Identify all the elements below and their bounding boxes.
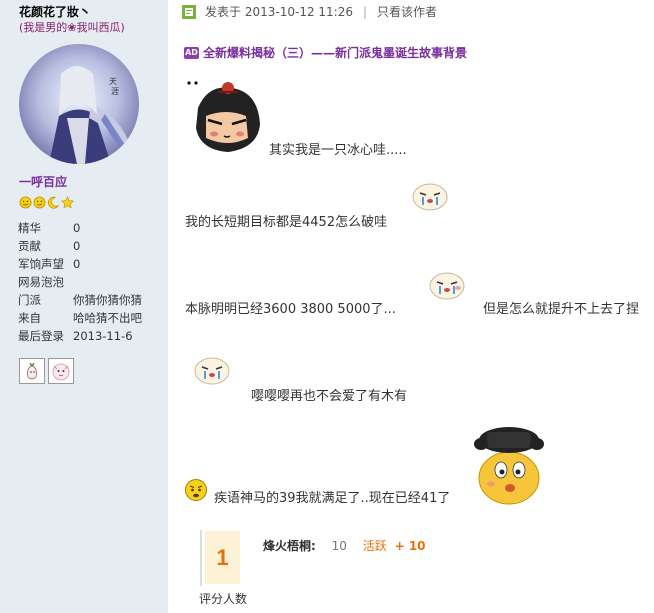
rating-count[interactable]: 1 [205, 531, 240, 584]
author-rank[interactable]: 一呼百应 [19, 173, 67, 190]
worried-emoticon-icon [184, 478, 208, 505]
badge-pet-icon[interactable] [48, 358, 74, 384]
rating-category: 活跃 [362, 539, 387, 553]
avatar[interactable]: 天 涯 [19, 44, 139, 164]
level-icons [19, 196, 74, 209]
ad-link[interactable]: 全新爆料揭秘（三）——新门派鬼墨诞生故事背景 [203, 44, 467, 61]
stat-row: 军饷声望 0 [18, 255, 168, 273]
stat-row: 门派 你猜你猜你猜 [18, 291, 168, 309]
star-icon [61, 196, 74, 209]
stat-value: 哈哈猜不出吧 [73, 311, 142, 325]
stat-value: 2013-11-6 [73, 329, 133, 343]
moon-icon [47, 196, 59, 209]
post-line: 本脉明明已经3600 3800 5000了... [185, 302, 396, 317]
author-only-link[interactable]: 只看该作者 [377, 3, 437, 20]
posted-prefix: 发表于 [205, 5, 242, 19]
stat-row: 贡献 0 [18, 237, 168, 255]
svg-text:天: 天 [109, 77, 117, 86]
rating-divider [200, 530, 202, 586]
stat-row: 来自 哈哈猜不出吧 [18, 309, 168, 327]
stat-value: 你猜你猜你猜 [73, 293, 142, 307]
post-icon [182, 4, 196, 19]
stat-label: 网易泡泡 [18, 275, 64, 289]
post-line: 嘤嘤嘤再也不会爱了有木有 [251, 389, 408, 404]
separator: | [362, 4, 368, 19]
stat-label: 来自 [18, 311, 41, 325]
post-time: 2013-10-12 11:26 [244, 4, 353, 19]
rater-name[interactable]: 烽火梧桐: [263, 539, 316, 553]
author-sidebar: 花颜花了妝丶 (我是男的❀我叫西瓜) 天 涯 一呼百应 精华 0 贡献 0 军饷… [0, 0, 168, 613]
stat-label: 门派 [18, 293, 41, 307]
scholar-emoticon-icon [473, 424, 545, 509]
stat-label: 最后登录 [18, 329, 64, 343]
ad-banner: AD 全新爆料揭秘（三）——新门派鬼墨诞生故事背景 [184, 44, 467, 61]
rating-plus: + 10 [394, 539, 426, 553]
stat-label: 贡献 [18, 239, 41, 253]
rating-entry: 烽火梧桐: 10 活跃 + 10 [263, 537, 426, 554]
stat-row: 精华 0 [18, 219, 168, 237]
stat-row: 最后登录 2013-11-6 [18, 327, 168, 345]
stat-value: 0 [73, 257, 81, 271]
post-line: 我的长短期目标都是4452怎么破哇 [185, 215, 388, 230]
badge-carrot-icon[interactable] [19, 358, 45, 384]
sun-icon [33, 196, 46, 209]
stat-label: 精华 [18, 221, 41, 235]
ad-icon: AD [184, 46, 199, 59]
rating-score: 10 [331, 539, 347, 553]
author-stats: 精华 0 贡献 0 军饷声望 0 网易泡泡 门派 你猜你猜你猜 来自 哈哈猜不出吧 最后登… [18, 219, 168, 345]
post-line: 但是怎么就提升不上去了捏 [483, 302, 640, 317]
sun-icon [19, 196, 32, 209]
post-line: 疾语神马的39我就满足了..现在已经41了 [214, 491, 451, 506]
crying-emoticon-icon [193, 355, 231, 388]
post-meta: 发表于 2013-10-12 11:26 | 只看该作者 [181, 3, 437, 20]
post-line: 其实我是一只冰心哇..... [269, 143, 407, 158]
stat-value: 0 [73, 239, 81, 253]
crying-emoticon-icon [411, 181, 449, 214]
author-username[interactable]: 花颜花了妝丶 [19, 3, 91, 20]
stat-value: 0 [73, 221, 81, 235]
stat-row: 网易泡泡 [18, 273, 168, 291]
badge-list [19, 358, 74, 384]
rating-label: 评分人数 [199, 592, 248, 606]
svg-text:涯: 涯 [111, 87, 119, 96]
ninja-emoticon-icon [188, 78, 266, 159]
stat-label: 军饷声望 [18, 257, 64, 271]
author-title: (我是男的❀我叫西瓜) [19, 21, 125, 34]
crying-emoticon-icon [428, 270, 466, 303]
